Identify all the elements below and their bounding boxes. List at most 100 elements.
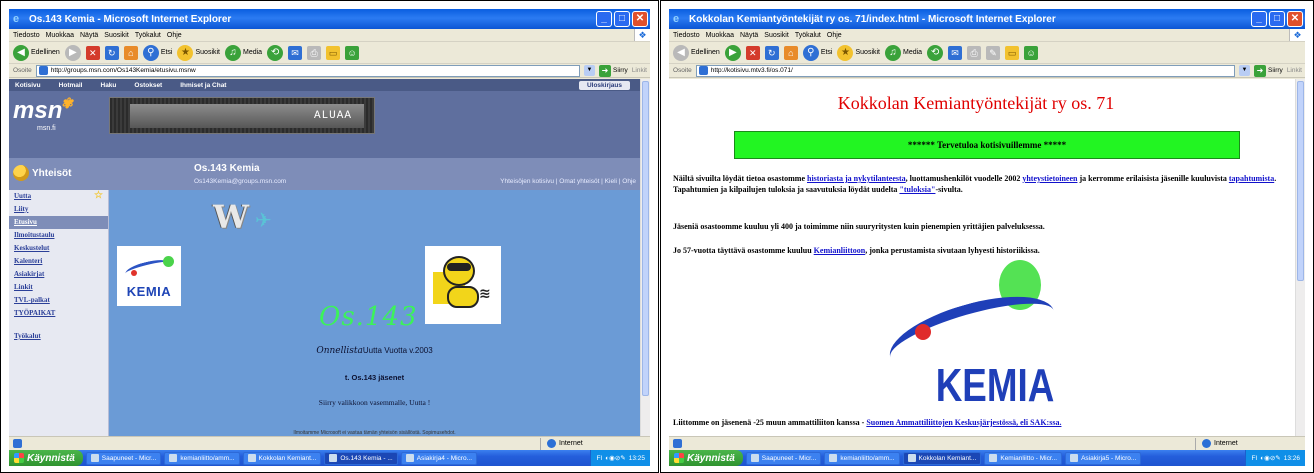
folder-icon[interactable]: ▭ xyxy=(1005,45,1020,60)
sidebar-item-links[interactable]: Linkit xyxy=(9,281,108,294)
home-icon[interactable]: ⌂ xyxy=(783,45,798,60)
taskbar-item[interactable]: kemianliitto/amm... xyxy=(824,451,900,465)
sidebar-item-home[interactable]: Etusivu xyxy=(9,216,108,229)
refresh-icon[interactable]: ↻ xyxy=(104,45,119,60)
menu-tools[interactable]: Työkalut xyxy=(135,32,161,39)
language-indicator[interactable]: FI xyxy=(1251,455,1257,462)
search-button[interactable]: ⚲ Etsi xyxy=(142,44,172,61)
forward-arrow-icon[interactable]: ▶ xyxy=(724,44,741,61)
vertical-scrollbar[interactable] xyxy=(1295,79,1305,436)
menu-favorites[interactable]: Suosikit xyxy=(104,32,129,39)
close-icon[interactable]: ✕ xyxy=(1287,11,1303,27)
logout-button[interactable]: Uloskirjaus xyxy=(578,80,630,90)
nav-home[interactable]: Kotisivu xyxy=(15,82,41,89)
tray-icons[interactable]: ◐◉⊘✎ xyxy=(1260,454,1281,462)
taskbar-item[interactable]: Kemianliitto - Micr... xyxy=(984,451,1063,465)
sidebar-item-calendar[interactable]: Kalenteri xyxy=(9,255,108,268)
sidebar-item-new[interactable]: ☆ Uutta xyxy=(9,190,108,203)
folder-icon[interactable]: ▭ xyxy=(326,45,341,60)
media-button[interactable]: ♫ Media xyxy=(225,44,262,61)
links-button[interactable]: Linkit xyxy=(632,67,650,74)
kemianliitto-link[interactable]: Kemianliittoon xyxy=(814,246,866,255)
favorites-button[interactable]: ★ Suosikit xyxy=(177,44,220,61)
menu-file[interactable]: Tiedosto xyxy=(13,32,40,39)
msn-logo[interactable]: msn ✾ xyxy=(13,95,73,125)
messenger-icon[interactable]: ☺ xyxy=(1024,45,1039,60)
menu-edit[interactable]: Muokkaa xyxy=(46,32,74,39)
nav-search[interactable]: Haku xyxy=(101,82,117,89)
home-icon[interactable]: ⌂ xyxy=(123,45,138,60)
links-button[interactable]: Linkit xyxy=(1287,67,1305,74)
history-icon[interactable]: ⟲ xyxy=(267,44,284,61)
taskbar-item[interactable]: Saapuneet - Micr... xyxy=(85,451,162,465)
maximize-icon[interactable]: □ xyxy=(1269,11,1285,27)
menu-view[interactable]: Näytä xyxy=(740,32,758,39)
nav-hotmail[interactable]: Hotmail xyxy=(59,82,83,89)
mail-icon[interactable]: ✉ xyxy=(288,45,303,60)
taskbar-item[interactable]: Asiakirja4 - Micro... xyxy=(400,451,478,465)
taskbar-item[interactable]: Asiakirja5 - Micro... xyxy=(1065,451,1142,465)
menu-help[interactable]: Ohje xyxy=(167,32,182,39)
minimize-icon[interactable]: _ xyxy=(1251,11,1267,27)
maximize-icon[interactable]: □ xyxy=(614,11,630,27)
chevron-down-icon[interactable]: ▼ xyxy=(1239,65,1250,76)
community-email[interactable]: Os143Kemia@groups.msn.com xyxy=(194,178,286,185)
search-button[interactable]: ⚲ Etsi xyxy=(802,44,832,61)
community-links[interactable]: Yhteisöjen kotisivu | Omat yhteisöt | Ki… xyxy=(500,178,636,185)
address-input[interactable]: http://kotisivu.mtv3.fi/os.071/ xyxy=(695,64,1235,77)
favorites-button[interactable]: ★ Suosikit xyxy=(837,44,880,61)
menu-favorites[interactable]: Suosikit xyxy=(764,32,789,39)
nav-shopping[interactable]: Ostokset xyxy=(134,82,162,89)
taskbar-item[interactable]: kemianliitto/amm... xyxy=(164,451,240,465)
media-button[interactable]: ♫ Media xyxy=(885,44,922,61)
taskbar-item-active[interactable]: Kokkolan Kemiant... xyxy=(902,451,982,465)
sidebar-item-board[interactable]: Ilmoitustaulu xyxy=(9,229,108,242)
stop-icon[interactable]: ✕ xyxy=(745,45,760,60)
contacts-link[interactable]: yhteystietoineen xyxy=(1022,174,1077,183)
events-link[interactable]: tapahtumista xyxy=(1229,174,1274,183)
vertical-scrollbar[interactable] xyxy=(640,79,650,436)
print-icon[interactable]: ⎙ xyxy=(967,45,982,60)
chevron-down-icon[interactable]: ▼ xyxy=(584,65,595,76)
clock[interactable]: 13:26 xyxy=(1284,455,1300,462)
print-icon[interactable]: ⎙ xyxy=(307,45,322,60)
back-button[interactable]: ◀ Edellinen xyxy=(13,44,60,61)
sidebar-item-jobs[interactable]: TYÖPAIKAT xyxy=(9,307,108,320)
taskbar-item-active[interactable]: Os.143 Kemia - ... xyxy=(324,451,398,465)
sidebar-item-discussions[interactable]: Keskustelut xyxy=(9,242,108,255)
edit-icon[interactable]: ✎ xyxy=(986,45,1001,60)
tray-icons[interactable]: ◐◉⊘✎ xyxy=(605,454,626,462)
sidebar-item-documents[interactable]: Asiakirjat xyxy=(9,268,108,281)
start-button[interactable]: Käynnistä xyxy=(669,450,743,466)
scroll-thumb[interactable] xyxy=(642,81,649,396)
clock[interactable]: 13:25 xyxy=(629,455,645,462)
nav-people-chat[interactable]: Ihmiset ja Chat xyxy=(180,82,226,89)
mail-icon[interactable]: ✉ xyxy=(948,45,963,60)
start-button[interactable]: Käynnistä xyxy=(9,450,83,466)
refresh-icon[interactable]: ↻ xyxy=(764,45,779,60)
close-icon[interactable]: ✕ xyxy=(632,11,648,27)
menu-help[interactable]: Ohje xyxy=(827,32,842,39)
forward-arrow-icon[interactable]: ▶ xyxy=(64,44,81,61)
sidebar-item-tools[interactable]: Työkalut xyxy=(9,330,108,343)
menu-tools[interactable]: Työkalut xyxy=(795,32,821,39)
menu-edit[interactable]: Muokkaa xyxy=(706,32,734,39)
taskbar-item[interactable]: Kokkolan Kemiant... xyxy=(242,451,322,465)
back-button[interactable]: ◀ Edellinen xyxy=(673,44,720,61)
history-link[interactable]: historiasta ja nykytilanteesta xyxy=(807,174,906,183)
menu-file[interactable]: Tiedosto xyxy=(673,32,700,39)
taskbar-item[interactable]: Saapuneet - Micr... xyxy=(745,451,822,465)
history-icon[interactable]: ⟲ xyxy=(927,44,944,61)
results-link[interactable]: "tuloksia" xyxy=(899,185,935,194)
sidebar-item-join[interactable]: Liity xyxy=(9,203,108,216)
minimize-icon[interactable]: _ xyxy=(596,11,612,27)
go-button[interactable]: ➜ Siirry xyxy=(599,64,628,77)
stop-icon[interactable]: ✕ xyxy=(85,45,100,60)
menu-view[interactable]: Näytä xyxy=(80,32,98,39)
go-button[interactable]: ➜ Siirry xyxy=(1254,64,1283,77)
sidebar-item-tvl-palkat[interactable]: TVL-palkat xyxy=(9,294,108,307)
ad-banner[interactable]: ALUAA xyxy=(109,97,375,134)
messenger-icon[interactable]: ☺ xyxy=(345,45,360,60)
scroll-thumb[interactable] xyxy=(1297,81,1304,281)
sak-link[interactable]: Suomen Ammattiliittojen Keskusjärjestöss… xyxy=(866,418,1061,427)
